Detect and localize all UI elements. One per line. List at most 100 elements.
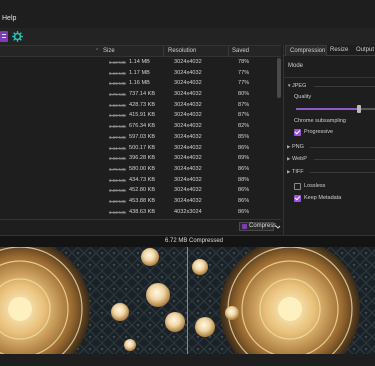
tab-output[interactable]: Output bbox=[356, 45, 375, 56]
chevron-down-icon[interactable] bbox=[275, 223, 281, 231]
mode-label: Mode bbox=[288, 63, 304, 69]
quality-slider-handle[interactable] bbox=[357, 105, 362, 113]
sort-arrow-icon[interactable]: ⌃ bbox=[95, 48, 99, 54]
section-tiff-label: TIFF bbox=[292, 169, 304, 175]
table-row[interactable]: 3.51 MB 434.73 KB 3024x4032 88% bbox=[0, 176, 275, 187]
column-saved[interactable]: Saved bbox=[232, 48, 249, 54]
chevron-right-icon: ▶ bbox=[287, 156, 291, 161]
lossless-checkbox[interactable] bbox=[294, 183, 301, 190]
cell-new-size: 434.73 KB bbox=[129, 176, 156, 183]
cell-new-size: 1.16 MB bbox=[129, 80, 150, 87]
preview-footer bbox=[0, 354, 375, 366]
table-row[interactable]: 3.89 MB 676.34 KB 3024x4032 82% bbox=[0, 122, 275, 133]
table-body: 5.18 MB 1.14 MB 3024x4032 78% 5.16 MB 1.17 MB… bbox=[0, 58, 275, 218]
toolbar bbox=[0, 28, 375, 45]
cell-saved-percent: 89% bbox=[238, 155, 250, 162]
table-row[interactable]: 3.79 MB 580.00 KB 3024x4032 86% bbox=[0, 165, 275, 176]
cell-old-size: 3.79 MB bbox=[109, 166, 126, 172]
cell-new-size: 1.17 MB bbox=[129, 69, 150, 76]
quality-slider[interactable] bbox=[296, 105, 375, 113]
gear-icon[interactable] bbox=[12, 31, 23, 42]
divider bbox=[314, 86, 375, 87]
cell-old-size: 3.87 MB bbox=[109, 134, 126, 140]
cell-resolution: 3024x4032 bbox=[174, 144, 202, 151]
section-jpeg-label: JPEG bbox=[292, 83, 307, 89]
table-row[interactable]: 3.61 MB 500.17 KB 3024x4032 86% bbox=[0, 144, 275, 155]
cell-new-size: 452.80 KB bbox=[129, 187, 156, 194]
cell-resolution: 3024x4032 bbox=[174, 101, 202, 108]
chevron-down-icon: ▼ bbox=[287, 83, 292, 88]
tab-resize[interactable]: Resize bbox=[330, 45, 352, 56]
divider bbox=[284, 77, 375, 78]
preview-info: 6.72 MB Compressed bbox=[0, 236, 375, 247]
cell-old-size: 3.89 MB bbox=[109, 124, 126, 130]
section-webp[interactable]: ▶ WebP bbox=[287, 156, 307, 162]
divider bbox=[310, 147, 375, 148]
column-resolution[interactable]: Resolution bbox=[168, 48, 196, 54]
table-row[interactable]: 3.28 MB 415.91 KB 3024x4032 87% bbox=[0, 111, 275, 122]
compress-button-label: Compress bbox=[249, 223, 277, 229]
section-tiff[interactable]: ▶ TIFF bbox=[287, 169, 304, 175]
cell-new-size: 1.14 MB bbox=[129, 59, 150, 65]
cell-saved-percent: 78% bbox=[238, 59, 250, 65]
quality-label: Quality bbox=[294, 94, 312, 100]
cell-resolution: 3024x4032 bbox=[174, 176, 202, 183]
table-row[interactable]: 3.20 MB 452.80 KB 3024x4032 86% bbox=[0, 186, 275, 197]
column-divider[interactable] bbox=[163, 46, 164, 57]
cell-resolution: 3024x4032 bbox=[174, 155, 202, 162]
chevron-right-icon: ▶ bbox=[287, 169, 291, 174]
table-row[interactable]: 3.79 MB 737.14 KB 3024x4032 80% bbox=[0, 90, 275, 101]
cell-saved-percent: 87% bbox=[238, 112, 250, 119]
cell-new-size: 676.34 KB bbox=[129, 123, 156, 130]
table-row[interactable]: 5.16 MB 1.17 MB 3024x4032 77% bbox=[0, 69, 275, 80]
comparison-divider[interactable] bbox=[187, 247, 188, 354]
cell-saved-percent: 86% bbox=[238, 144, 250, 151]
cell-saved-percent: 80% bbox=[238, 91, 250, 98]
table-row[interactable]: 3.55 MB 396.28 KB 3024x4032 89% bbox=[0, 154, 275, 165]
cell-resolution: 3024x4032 bbox=[174, 80, 202, 87]
cell-resolution: 3024x4032 bbox=[174, 165, 202, 172]
tab-compression[interactable]: Compression bbox=[285, 45, 327, 56]
vertical-scrollbar[interactable] bbox=[277, 58, 281, 208]
cell-resolution: 3024x4032 bbox=[174, 112, 202, 119]
cell-saved-percent: 86% bbox=[238, 208, 250, 215]
table-row[interactable]: 5.18 MB 1.14 MB 3024x4032 78% bbox=[0, 58, 275, 69]
cell-resolution: 4032x3024 bbox=[174, 208, 202, 215]
divider bbox=[314, 159, 375, 160]
table-row[interactable]: 3.20 MB 453.88 KB 3024x4032 86% bbox=[0, 197, 275, 208]
image-preview: 6.72 MB Compressed bbox=[0, 235, 375, 366]
cell-new-size: 453.88 KB bbox=[129, 197, 156, 204]
cell-resolution: 3024x4032 bbox=[174, 91, 202, 98]
table-row[interactable]: 3.87 MB 597.03 KB 3024x4032 85% bbox=[0, 133, 275, 144]
column-divider[interactable] bbox=[228, 46, 229, 57]
keep-metadata-checkbox[interactable] bbox=[294, 195, 301, 202]
table-row[interactable]: 3.53 MB 428.73 KB 3024x4032 87% bbox=[0, 101, 275, 112]
menu-help[interactable]: Help bbox=[2, 15, 16, 22]
progressive-checkbox[interactable] bbox=[294, 129, 301, 136]
cell-resolution: 3024x4032 bbox=[174, 59, 202, 65]
cell-new-size: 415.91 KB bbox=[129, 112, 156, 119]
menubar: Help bbox=[0, 0, 375, 24]
section-png[interactable]: ▶ PNG bbox=[287, 144, 304, 150]
column-size[interactable]: Size bbox=[103, 48, 115, 54]
compress-button[interactable]: Compress bbox=[239, 222, 277, 231]
cell-new-size: 438.63 KB bbox=[129, 208, 156, 215]
cell-old-size: 3.61 MB bbox=[109, 145, 126, 151]
quality-slider-fill bbox=[296, 108, 360, 110]
table-row[interactable]: 3.13 MB 438.63 KB 4032x3024 86% bbox=[0, 208, 275, 219]
cell-saved-percent: 86% bbox=[238, 187, 250, 194]
cell-new-size: 500.17 KB bbox=[129, 144, 156, 151]
cell-new-size: 597.03 KB bbox=[129, 133, 156, 140]
cell-old-size: 5.18 MB bbox=[109, 60, 126, 65]
cell-old-size: 3.55 MB bbox=[109, 156, 126, 162]
table-row[interactable]: 5.03 MB 1.16 MB 3024x4032 77% bbox=[0, 79, 275, 90]
keep-metadata-label: Keep Metadata bbox=[304, 195, 342, 201]
cell-new-size: 737.14 KB bbox=[129, 91, 156, 98]
cell-resolution: 3024x4032 bbox=[174, 133, 202, 140]
cell-resolution: 3024x4032 bbox=[174, 187, 202, 194]
lossless-label: Lossless bbox=[304, 183, 326, 189]
chevron-right-icon: ▶ bbox=[287, 144, 291, 149]
compress-icon[interactable] bbox=[0, 31, 8, 42]
section-jpeg[interactable]: ▼ JPEG bbox=[287, 83, 307, 89]
progressive-label: Progressive bbox=[304, 129, 334, 135]
